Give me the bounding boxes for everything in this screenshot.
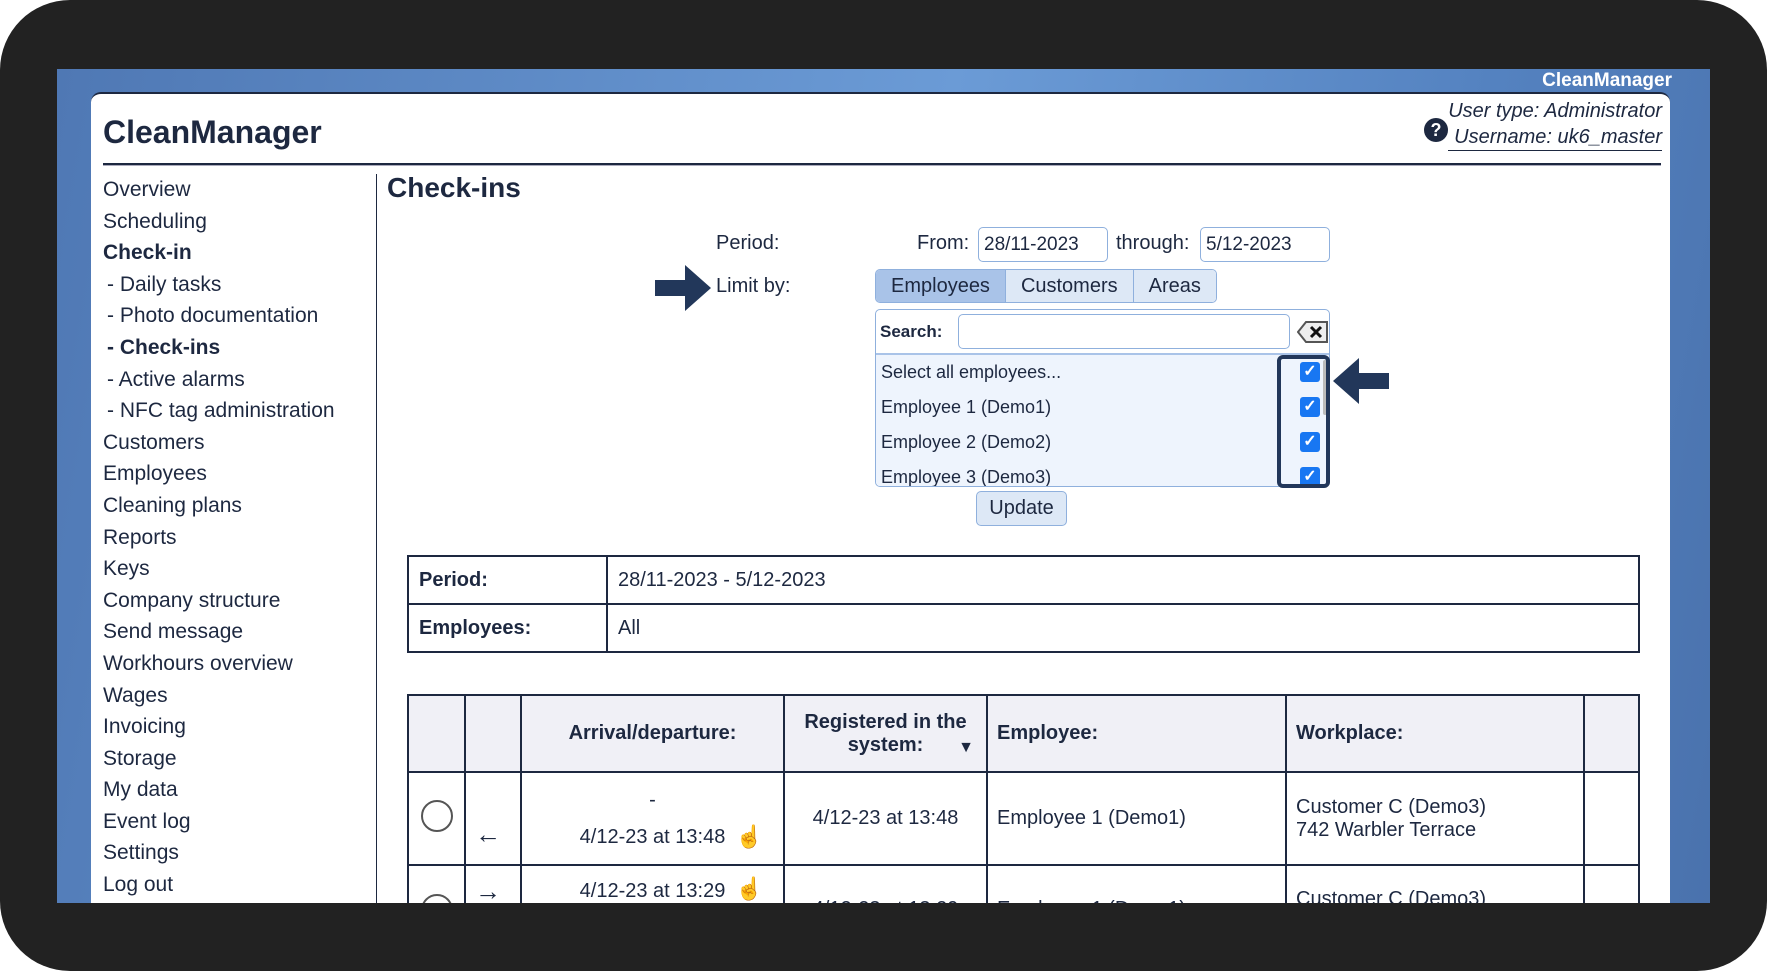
arrival-time: - — [649, 788, 656, 811]
page-title: Check-ins — [387, 172, 521, 203]
registered-time: 4/12-23 at 13:29 — [783, 864, 988, 903]
arrival-arrow-icon: → — [464, 864, 522, 903]
table-row: → 4/12-23 at 13:29 ☝ 4/12-23 at 13:29 Emp… — [407, 864, 1640, 903]
sidebar-item-company-structure[interactable]: Company structure — [103, 585, 335, 617]
col-registered[interactable]: Registered in the system: ▼ — [783, 694, 988, 773]
employee-selector: Search: Select all employees... ✓ Employ… — [875, 309, 1330, 487]
summary-period-value: 28/11-2023 - 5/12-2023 — [606, 555, 1640, 605]
summary-table: Period: 28/11-2023 - 5/12-2023 Employees:… — [407, 555, 1640, 653]
sidebar-item-employees[interactable]: Employees — [103, 458, 335, 490]
sidebar-item-cleaning-plans[interactable]: Cleaning plans — [103, 490, 335, 522]
sidebar-item-customers[interactable]: Customers — [103, 427, 335, 459]
list-item-employee-3[interactable]: Employee 3 (Demo3) — [881, 467, 1051, 486]
arrival-time: 4/12-23 at 13:29 — [579, 880, 726, 902]
col-select — [407, 694, 466, 773]
sidebar-item-keys[interactable]: Keys — [103, 553, 335, 585]
from-date-input[interactable]: 28/11-2023 — [978, 227, 1108, 262]
sidebar: Overview Scheduling Check-in - Daily tas… — [103, 174, 335, 901]
hand-pointer-icon[interactable]: ☝ — [736, 876, 763, 902]
limit-by-label: Limit by: — [716, 275, 791, 297]
col-direction — [464, 694, 522, 773]
employee-list: Select all employees... ✓ Employee 1 (De… — [876, 355, 1329, 486]
app-window: CleanManager CleanManager ? User type: A… — [57, 69, 1710, 903]
header-divider — [103, 163, 1661, 166]
device-frame: CleanManager CleanManager ? User type: A… — [0, 0, 1767, 971]
limit-tabs: Employees Customers Areas — [875, 269, 1217, 303]
sidebar-item-photo-documentation[interactable]: - Photo documentation — [103, 300, 335, 332]
sidebar-item-check-ins[interactable]: - Check-ins — [103, 332, 335, 364]
departure-arrow-icon: ← — [464, 771, 522, 866]
row-radio[interactable] — [420, 799, 453, 832]
search-input[interactable] — [958, 314, 1290, 349]
list-item-select-all[interactable]: Select all employees... — [881, 362, 1061, 383]
col-registered-label: Registered in the system: — [804, 710, 967, 756]
sidebar-item-wages[interactable]: Wages — [103, 680, 335, 712]
main-panel: CleanManager ? User type: Administrator … — [91, 92, 1670, 903]
row-radio[interactable] — [420, 894, 453, 903]
tab-customers[interactable]: Customers — [1005, 270, 1134, 302]
employee-name[interactable]: Employee 1 (Demo1) — [986, 864, 1287, 903]
sidebar-item-my-data[interactable]: My data — [103, 774, 335, 806]
sidebar-item-scheduling[interactable]: Scheduling — [103, 206, 335, 238]
sidebar-item-storage[interactable]: Storage — [103, 743, 335, 775]
col-workplace[interactable]: Workplace: — [1285, 694, 1585, 773]
sidebar-item-event-log[interactable]: Event log — [103, 806, 335, 838]
workplace-name[interactable]: Customer C (Demo3) — [1296, 796, 1574, 819]
col-employee[interactable]: Employee: — [986, 694, 1287, 773]
sidebar-item-active-alarms[interactable]: - Active alarms — [103, 364, 335, 396]
username: Username: uk6_master — [1448, 124, 1662, 151]
registered-time: 4/12-23 at 13:48 — [783, 771, 988, 866]
sidebar-item-overview[interactable]: Overview — [103, 174, 335, 206]
search-row: Search: — [876, 310, 1329, 355]
help-icon[interactable]: ? — [1424, 118, 1448, 142]
col-extra — [1583, 694, 1640, 773]
sidebar-item-invoicing[interactable]: Invoicing — [103, 711, 335, 743]
tab-areas[interactable]: Areas — [1133, 270, 1216, 302]
update-button[interactable]: Update — [976, 491, 1067, 526]
sidebar-item-log-out[interactable]: Log out — [103, 869, 335, 901]
checkbox-highlight — [1277, 355, 1330, 488]
hand-pointer-icon[interactable]: ☝ — [736, 824, 763, 850]
period-label: Period: — [716, 232, 780, 254]
brand-top: CleanManager — [1542, 70, 1672, 91]
from-label: From: — [917, 232, 970, 254]
sidebar-item-settings[interactable]: Settings — [103, 837, 335, 869]
sidebar-item-daily-tasks[interactable]: - Daily tasks — [103, 269, 335, 301]
sidebar-item-nfc-tag-administration[interactable]: - NFC tag administration — [103, 395, 335, 427]
app-title: CleanManager — [103, 114, 322, 150]
clear-search-icon[interactable] — [1297, 321, 1329, 343]
list-item-employee-2[interactable]: Employee 2 (Demo2) — [881, 432, 1051, 453]
sort-desc-icon[interactable]: ▼ — [958, 739, 974, 757]
search-label: Search: — [880, 322, 943, 341]
tab-employees[interactable]: Employees — [876, 270, 1006, 302]
user-info: User type: Administrator Username: uk6_m… — [1448, 98, 1662, 151]
sidebar-item-send-message[interactable]: Send message — [103, 616, 335, 648]
arrow-left-icon — [1333, 358, 1389, 404]
sidebar-divider — [376, 174, 377, 903]
workplace-address: 742 Warbler Terrace — [1296, 818, 1477, 841]
list-item-employee-1[interactable]: Employee 1 (Demo1) — [881, 397, 1051, 418]
col-arrival-departure[interactable]: Arrival/departure: — [520, 694, 785, 773]
summary-employees-label: Employees: — [407, 603, 608, 653]
summary-employees-value: All — [606, 603, 1640, 653]
user-type: User type: Administrator — [1448, 100, 1662, 122]
through-label: through: — [1116, 232, 1190, 254]
sidebar-item-workhours-overview[interactable]: Workhours overview — [103, 648, 335, 680]
employee-name[interactable]: Employee 1 (Demo1) — [986, 771, 1287, 866]
workplace-name[interactable]: Customer C (Demo3) — [1285, 864, 1585, 903]
checkins-table: Arrival/departure: Registered in the sys… — [407, 694, 1640, 903]
summary-period-label: Period: — [407, 555, 608, 605]
sidebar-item-reports[interactable]: Reports — [103, 522, 335, 554]
table-row: ← - 4/12-23 at 13:48 ☝ 4/12-23 at 13:48 … — [407, 771, 1640, 866]
sidebar-item-check-in[interactable]: Check-in — [103, 237, 335, 269]
arrow-right-icon — [655, 265, 711, 311]
through-date-input[interactable]: 5/12-2023 — [1200, 227, 1330, 262]
